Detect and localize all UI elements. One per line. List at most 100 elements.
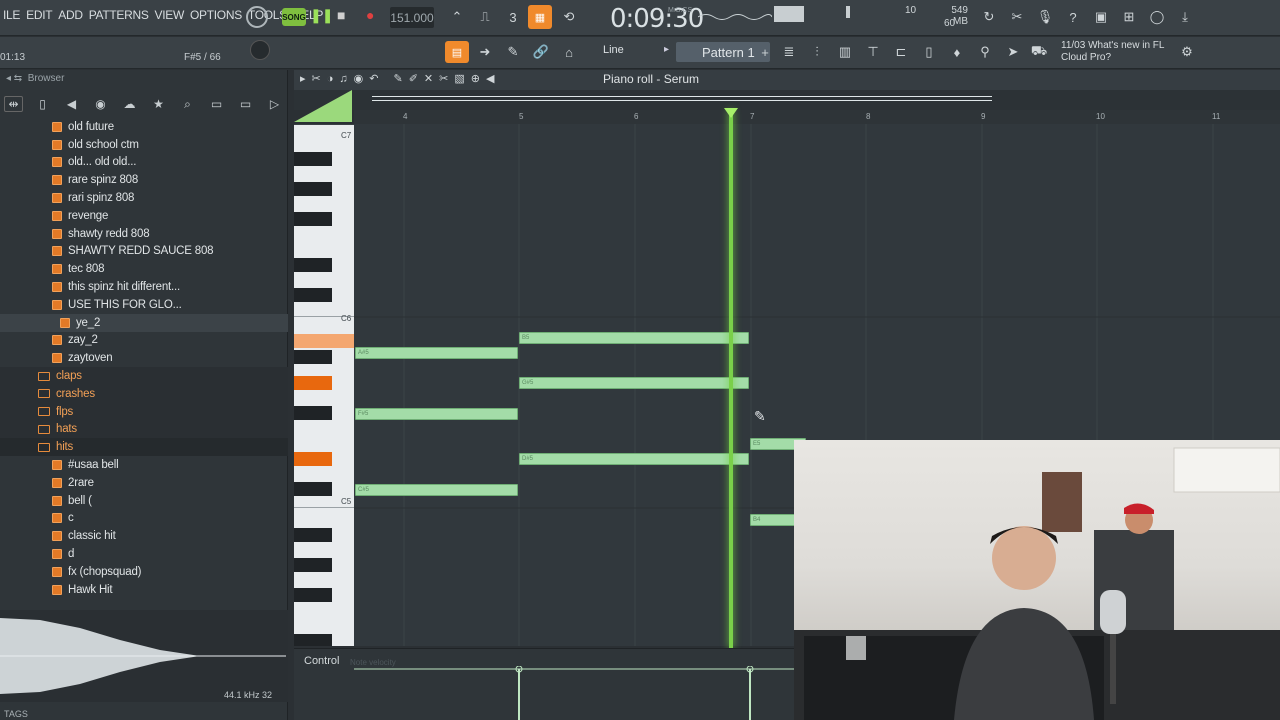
menu-file[interactable]: ILE	[0, 8, 23, 22]
note-a-sharp-5[interactable]: A#5	[355, 347, 518, 359]
file-icon[interactable]: ▯	[918, 42, 940, 62]
arrow-right-icon[interactable]: ➜	[474, 42, 496, 62]
download-icon[interactable]: ⤓	[1174, 7, 1196, 27]
song-mode-button[interactable]: SONG	[282, 8, 306, 26]
browser-icon[interactable]: ⊤	[862, 42, 884, 62]
news-panel[interactable]: 11/03 What's new in FL Cloud Pro?	[1061, 40, 1164, 64]
browser-file[interactable]: zaytoven	[0, 349, 288, 367]
browser-file[interactable]: #usaa bell	[0, 456, 288, 474]
settings-gear-icon[interactable]: ⚙	[1176, 42, 1198, 62]
pitch-knob[interactable]	[250, 40, 270, 60]
browser-folder[interactable]: flps	[0, 402, 288, 421]
mixer-icon[interactable]: ≣	[778, 42, 800, 62]
cut-icon[interactable]: ✂	[1006, 7, 1028, 27]
browser-speaker-icon[interactable]: ◀	[62, 97, 81, 111]
browser-file[interactable]: USE THIS FOR GLO...	[0, 296, 288, 314]
browser-file[interactable]: old future	[0, 118, 288, 136]
chat-icon[interactable]: ◯	[1146, 7, 1168, 27]
playhead[interactable]	[729, 110, 733, 648]
record-icon[interactable]: ●	[366, 7, 374, 23]
stop-icon[interactable]: ■	[337, 7, 345, 23]
browser-folder[interactable]: crashes	[0, 384, 288, 403]
play-icon[interactable]: ❚❚	[310, 7, 333, 24]
tags-label[interactable]: TAGS	[4, 709, 28, 719]
wait-icon[interactable]: ⎍	[474, 7, 496, 27]
menu-view[interactable]: VIEW	[152, 8, 187, 22]
snap-selector[interactable]: Line	[603, 44, 624, 56]
browser-file[interactable]: ye_2	[0, 313, 288, 332]
browser-file[interactable]: c	[0, 510, 288, 528]
countdown-icon[interactable]: 3	[502, 7, 524, 27]
add-pattern-icon[interactable]: +	[754, 42, 776, 62]
channel-rack-icon[interactable]: ⫶	[806, 42, 828, 62]
note-c-sharp-5[interactable]: C#5	[355, 484, 518, 496]
project-tree-icon[interactable]: ⊏	[890, 42, 912, 62]
tempo-dial[interactable]	[246, 6, 268, 28]
touch-keyboard-icon[interactable]: ⚲	[974, 42, 996, 62]
browser-file[interactable]: shawty redd 808	[0, 225, 288, 243]
piano-roll-overview[interactable]	[294, 90, 1280, 122]
menu-edit[interactable]: EDIT	[23, 8, 55, 22]
browser-file[interactable]: 2rare	[0, 474, 288, 492]
browser-search-icon[interactable]: ⌕	[178, 97, 197, 112]
browser-folder[interactable]: hits	[0, 438, 288, 457]
help-icon[interactable]: ?	[1062, 7, 1084, 27]
loop-record-icon[interactable]: ⟲	[558, 7, 580, 27]
refresh-icon[interactable]: ↻	[978, 7, 1000, 27]
browser-more-icon[interactable]: ▷	[265, 97, 284, 111]
piano-roll-icon[interactable]: ▥	[834, 42, 856, 62]
browser-file[interactable]: zay_2	[0, 332, 288, 350]
velocity-bars[interactable]	[354, 666, 794, 720]
note-f-sharp-5[interactable]: F#5	[355, 408, 518, 420]
cart-icon[interactable]: ⛟	[1028, 42, 1050, 62]
browser-file[interactable]: fx (chopsquad)	[0, 563, 288, 581]
note-g-sharp-5[interactable]: G#5	[519, 377, 749, 389]
draw-icon[interactable]: ✎	[502, 42, 524, 62]
timeline-ruler[interactable]	[354, 110, 1280, 124]
browser-move-icon[interactable]: ⇹	[4, 96, 23, 112]
browser-folder2-icon[interactable]: ▭	[236, 97, 255, 111]
microphone-icon[interactable]: 🎙	[1034, 7, 1056, 27]
playlist-icon[interactable]: ▤	[445, 41, 469, 63]
tempo-display[interactable]: 151.000	[390, 7, 434, 28]
browser-file[interactable]: rari spinz 808	[0, 189, 288, 207]
browser-file[interactable]: old... old old...	[0, 154, 288, 172]
menu-options[interactable]: OPTIONS	[187, 8, 245, 22]
menu-add[interactable]: ADD	[55, 8, 85, 22]
note-b5[interactable]: B5	[519, 332, 749, 344]
browser-cloud-icon[interactable]: ☁	[120, 97, 139, 111]
step-edit-icon[interactable]: ▦	[528, 5, 552, 29]
metronome-icon[interactable]: ⌃	[446, 7, 468, 27]
browser-star-icon[interactable]: ★	[149, 97, 168, 111]
plugin-icon[interactable]: ⊞	[1118, 7, 1140, 27]
browser-folder-icon[interactable]: ▭	[207, 97, 226, 111]
browser-file[interactable]: revenge	[0, 207, 288, 225]
save-icon[interactable]: ▣	[1090, 7, 1112, 27]
sample-waveform-preview[interactable]	[0, 610, 288, 702]
bell-icon[interactable]: ⌂	[558, 42, 580, 62]
browser-file[interactable]: rare spinz 808	[0, 171, 288, 189]
link-icon[interactable]: 🔗	[530, 42, 552, 62]
pattern-nav-icon[interactable]: ▸	[664, 44, 669, 55]
master-volume-slider[interactable]	[846, 6, 850, 18]
playhead-marker-icon[interactable]	[724, 108, 738, 118]
browser-file[interactable]: bell (	[0, 492, 288, 510]
send-icon[interactable]: ➤	[1002, 42, 1024, 62]
browser-file[interactable]: old school ctm	[0, 136, 288, 154]
piano-roll-tool-icons[interactable]: ▸✂◑♫◉↶ ✎✐✕✂▧⊕◀	[300, 72, 500, 85]
note-d-sharp-5[interactable]: D#5	[519, 453, 749, 465]
browser-file[interactable]: classic hit	[0, 527, 288, 545]
browser-file[interactable]: tec 808	[0, 260, 288, 278]
browser-file[interactable]: Hawk Hit	[0, 581, 288, 599]
browser-file[interactable]: this spinz hit different...	[0, 278, 288, 296]
browser-file[interactable]: d	[0, 545, 288, 563]
piano-keyboard[interactable]	[294, 124, 354, 646]
browser-plugin-icon[interactable]: ◉	[91, 97, 110, 111]
menu-patterns[interactable]: PATTERNS	[86, 8, 152, 22]
browser-file[interactable]: SHAWTY REDD SAUCE 808	[0, 243, 288, 261]
browser-file-icon[interactable]: ▯	[33, 97, 52, 111]
audio-file-icon	[52, 531, 62, 542]
plugin-picker-icon[interactable]: ♦	[946, 42, 968, 62]
browser-folder[interactable]: claps	[0, 367, 288, 385]
browser-folder[interactable]: hats	[0, 420, 288, 439]
